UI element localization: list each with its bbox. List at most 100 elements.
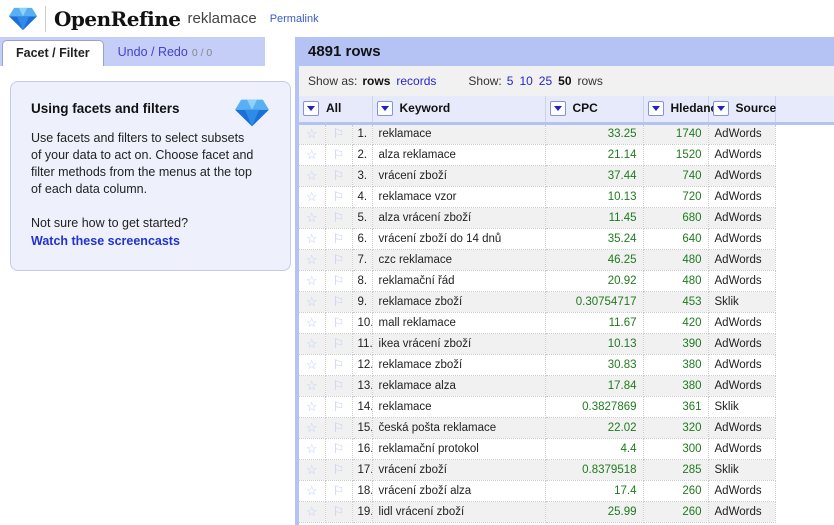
flag-icon[interactable]: ⚐: [325, 480, 352, 501]
source-cell: AdWords: [708, 123, 775, 144]
main-area: 4891 rows Show as: rows records Show: 5 …: [299, 37, 834, 525]
star-icon[interactable]: ☆: [299, 396, 325, 417]
column-header-all-label: All: [326, 101, 341, 115]
permalink-link[interactable]: Permalink: [270, 13, 319, 25]
flag-icon[interactable]: ⚐: [325, 438, 352, 459]
flag-icon[interactable]: ⚐: [325, 123, 352, 144]
cpc-cell: 4.4: [545, 438, 643, 459]
source-cell: AdWords: [708, 480, 775, 501]
filler-cell: [775, 438, 834, 459]
keyword-column-menu-button[interactable]: [377, 101, 393, 116]
cpc-cell: 0.8379518: [545, 459, 643, 480]
flag-icon[interactable]: ⚐: [325, 270, 352, 291]
tab-undo-redo-label: Undo / Redo: [118, 45, 188, 59]
row-index: 17.: [352, 459, 372, 480]
filler-cell: [775, 354, 834, 375]
cpc-cell: 20.92: [545, 270, 643, 291]
row-index: 19.: [352, 501, 372, 522]
star-icon[interactable]: ☆: [299, 375, 325, 396]
star-icon[interactable]: ☆: [299, 354, 325, 375]
star-icon[interactable]: ☆: [299, 228, 325, 249]
flag-icon[interactable]: ⚐: [325, 186, 352, 207]
top-bar: OpenRefine reklamace Permalink: [0, 0, 834, 37]
page-size-5[interactable]: 5: [507, 74, 514, 88]
column-header-cpc: CPC: [545, 96, 643, 123]
column-header-all: All: [299, 96, 372, 123]
row-index: 7.: [352, 249, 372, 270]
hledanost-cell: 1740: [643, 123, 708, 144]
all-column-menu-button[interactable]: [303, 101, 319, 116]
flag-icon[interactable]: ⚐: [325, 501, 352, 522]
undo-redo-count: 0 / 0: [192, 47, 212, 59]
hledanost-cell: 380: [643, 375, 708, 396]
facet-sidebar: Using facets and filters Use facets and …: [0, 66, 295, 525]
flag-icon[interactable]: ⚐: [325, 291, 352, 312]
cpc-cell: 21.14: [545, 144, 643, 165]
table-row: ☆⚐5.alza vrácení zboží11.45680AdWords: [299, 207, 834, 228]
chevron-down-icon: [307, 106, 315, 111]
flag-icon[interactable]: ⚐: [325, 207, 352, 228]
page-size-10[interactable]: 10: [519, 74, 532, 88]
hledanost-column-menu-button[interactable]: [648, 101, 664, 116]
flag-icon[interactable]: ⚐: [325, 375, 352, 396]
tab-undo-redo[interactable]: Undo / Redo 0 / 0: [104, 40, 221, 66]
page-size-50[interactable]: 50: [558, 74, 571, 88]
star-icon[interactable]: ☆: [299, 438, 325, 459]
star-icon[interactable]: ☆: [299, 291, 325, 312]
star-icon[interactable]: ☆: [299, 144, 325, 165]
show-as-rows-option[interactable]: rows: [362, 74, 390, 88]
cpc-column-menu-button[interactable]: [550, 101, 566, 116]
page-size-25[interactable]: 25: [539, 74, 552, 88]
filler-cell: [775, 207, 834, 228]
tab-facet-filter-label: Facet / Filter: [16, 46, 90, 60]
flag-icon[interactable]: ⚐: [325, 312, 352, 333]
flag-icon[interactable]: ⚐: [325, 228, 352, 249]
tab-facet-filter[interactable]: Facet / Filter: [2, 40, 104, 66]
flag-icon[interactable]: ⚐: [325, 144, 352, 165]
star-icon[interactable]: ☆: [299, 165, 325, 186]
help-panel-question: Not sure how to get started?: [31, 215, 256, 232]
row-index: 16.: [352, 438, 372, 459]
flag-icon[interactable]: ⚐: [325, 417, 352, 438]
table-row: ☆⚐10.mall reklamace11.67420AdWords: [299, 312, 834, 333]
star-icon[interactable]: ☆: [299, 186, 325, 207]
screencasts-link[interactable]: Watch these screencasts: [31, 234, 180, 248]
column-header-filler: [775, 96, 834, 123]
star-icon[interactable]: ☆: [299, 249, 325, 270]
keyword-cell: alza reklamace: [372, 144, 545, 165]
star-icon[interactable]: ☆: [299, 333, 325, 354]
star-icon[interactable]: ☆: [299, 207, 325, 228]
flag-icon[interactable]: ⚐: [325, 459, 352, 480]
keyword-cell: vrácení zboží: [372, 459, 545, 480]
table-row: ☆⚐4.reklamace vzor10.13720AdWords: [299, 186, 834, 207]
chevron-down-icon: [717, 106, 725, 111]
table-row: ☆⚐8.reklamační řád20.92480AdWords: [299, 270, 834, 291]
flag-icon[interactable]: ⚐: [325, 165, 352, 186]
star-icon[interactable]: ☆: [299, 459, 325, 480]
star-icon[interactable]: ☆: [299, 270, 325, 291]
star-icon[interactable]: ☆: [299, 123, 325, 144]
source-cell: AdWords: [708, 144, 775, 165]
hledanost-cell: 640: [643, 228, 708, 249]
hledanost-cell: 300: [643, 438, 708, 459]
keyword-cell: reklamace vzor: [372, 186, 545, 207]
show-as-records-option[interactable]: records: [396, 74, 436, 88]
source-cell: Sklik: [708, 291, 775, 312]
star-icon[interactable]: ☆: [299, 417, 325, 438]
show-as-label: Show as:: [308, 74, 357, 88]
table-row: ☆⚐3.vrácení zboží37.44740AdWords: [299, 165, 834, 186]
flag-icon[interactable]: ⚐: [325, 354, 352, 375]
flag-icon[interactable]: ⚐: [325, 333, 352, 354]
star-icon[interactable]: ☆: [299, 480, 325, 501]
hledanost-cell: 453: [643, 291, 708, 312]
star-icon[interactable]: ☆: [299, 501, 325, 522]
row-index: 3.: [352, 165, 372, 186]
star-icon[interactable]: ☆: [299, 312, 325, 333]
hledanost-cell: 740: [643, 165, 708, 186]
flag-icon[interactable]: ⚐: [325, 396, 352, 417]
flag-icon[interactable]: ⚐: [325, 249, 352, 270]
cpc-cell: 30.83: [545, 354, 643, 375]
column-header-source: Source: [708, 96, 775, 123]
keyword-cell: reklamace zboží: [372, 291, 545, 312]
source-column-menu-button[interactable]: [713, 101, 729, 116]
